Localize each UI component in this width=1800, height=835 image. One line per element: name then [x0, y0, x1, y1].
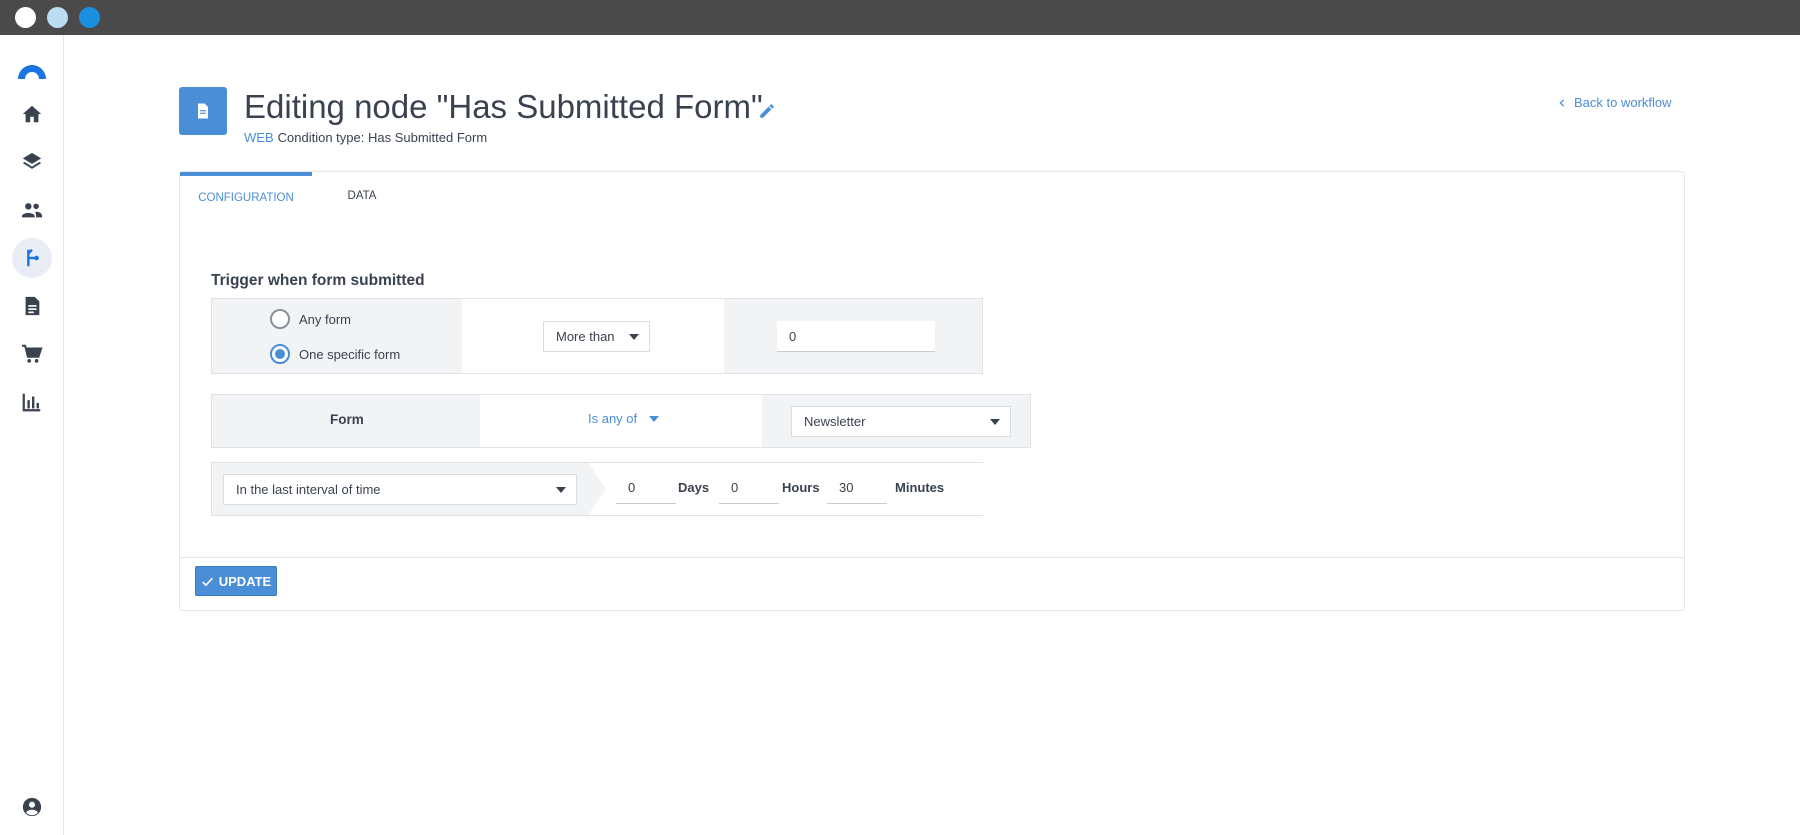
- tab-data[interactable]: DATA: [335, 172, 389, 216]
- maximize-icon[interactable]: [79, 7, 100, 28]
- close-icon[interactable]: [15, 7, 36, 28]
- sidebar-item-cart[interactable]: [12, 334, 52, 374]
- hours-label: Hours: [782, 480, 820, 495]
- bar-chart-icon: [22, 393, 41, 412]
- hours-input[interactable]: 0: [719, 472, 779, 504]
- chevron-down-icon: [649, 415, 660, 422]
- workflow-icon: [27, 248, 39, 267]
- page-title: Editing node "Has Submitted Form": [244, 88, 763, 125]
- sidebar-item-workflow[interactable]: [12, 238, 52, 278]
- update-button[interactable]: UPDATE: [195, 566, 277, 596]
- app-logo-icon[interactable]: [16, 53, 48, 85]
- radio-any-form-label: Any form: [299, 311, 352, 327]
- radio-circle[interactable]: [270, 309, 290, 329]
- chevron-down-icon: [556, 486, 566, 493]
- form-selection-row: Any form One specific form More than 0: [211, 298, 983, 374]
- chevron-down-icon: [990, 418, 1000, 425]
- back-link-label: Back to workflow: [1574, 95, 1672, 110]
- count-operator-select[interactable]: More than: [543, 321, 650, 352]
- minutes-input[interactable]: 30: [827, 472, 887, 504]
- main-content: Editing node "Has Submitted Form" WEB Con…: [64, 35, 1800, 835]
- sidebar-item-documents[interactable]: [12, 286, 52, 326]
- days-label: Days: [678, 480, 710, 495]
- update-button-label: UPDATE: [218, 573, 272, 589]
- cart-icon: [21, 344, 43, 363]
- radio-specific-form-label: One specific form: [299, 346, 401, 362]
- chevron-down-icon: [629, 333, 639, 340]
- sidebar-item-account[interactable]: [12, 787, 52, 827]
- form-filter-row: Form Is any of Newsletter: [211, 394, 1031, 448]
- chevron-left-icon: [1559, 98, 1565, 107]
- sidebar-item-layers[interactable]: [12, 142, 52, 182]
- channel-tag[interactable]: WEB: [244, 130, 274, 145]
- pencil-icon[interactable]: [758, 102, 776, 120]
- interval-mode-value: In the last interval of time: [236, 482, 381, 497]
- home-icon: [22, 105, 42, 123]
- tab-configuration[interactable]: CONFIGURATION: [180, 172, 312, 216]
- sidebar-item-people[interactable]: [12, 190, 52, 230]
- form-label: Form: [330, 412, 364, 427]
- minutes-label: Minutes: [895, 480, 945, 495]
- time-interval-row: In the last interval of time 0 Days 0 Ho…: [211, 462, 983, 516]
- back-to-workflow-link[interactable]: Back to workflow: [1558, 95, 1672, 110]
- radio-any-form[interactable]: Any form: [270, 309, 351, 329]
- interval-mode-select[interactable]: In the last interval of time: [223, 474, 577, 505]
- radio-one-specific-form[interactable]: One specific form: [270, 344, 400, 364]
- count-operator-value: More than: [556, 329, 615, 344]
- form-value: Newsletter: [804, 414, 866, 429]
- count-value-input[interactable]: 0: [777, 321, 935, 352]
- document-icon: [198, 103, 208, 119]
- minimize-icon[interactable]: [47, 7, 68, 28]
- document-icon: [25, 296, 40, 316]
- sidebar-item-analytics[interactable]: [12, 382, 52, 422]
- condition-type-text: Condition type: Has Submitted Form: [277, 130, 488, 145]
- sidebar: [0, 35, 64, 835]
- row-arrow: [588, 463, 608, 515]
- people-icon: [21, 203, 43, 218]
- form-value-select[interactable]: Newsletter: [791, 406, 1011, 437]
- node-editor-card: CONFIGURATION DATA Trigger when form sub…: [179, 171, 1685, 611]
- days-input[interactable]: 0: [616, 472, 676, 504]
- form-operator-select[interactable]: Is any of: [588, 411, 660, 426]
- check-icon: [201, 577, 213, 586]
- node-type-icon: [179, 87, 227, 135]
- section-title: Trigger when form submitted: [211, 272, 425, 289]
- window-titlebar: [0, 0, 1800, 35]
- sidebar-item-home[interactable]: [12, 94, 52, 134]
- card-footer: UPDATE: [180, 557, 1684, 611]
- radio-circle-selected[interactable]: [270, 344, 290, 364]
- form-operator-value: Is any of: [588, 411, 638, 426]
- node-subtitle: WEB Condition type: Has Submitted Form: [244, 130, 487, 145]
- account-icon: [22, 797, 42, 817]
- layers-icon: [22, 152, 42, 169]
